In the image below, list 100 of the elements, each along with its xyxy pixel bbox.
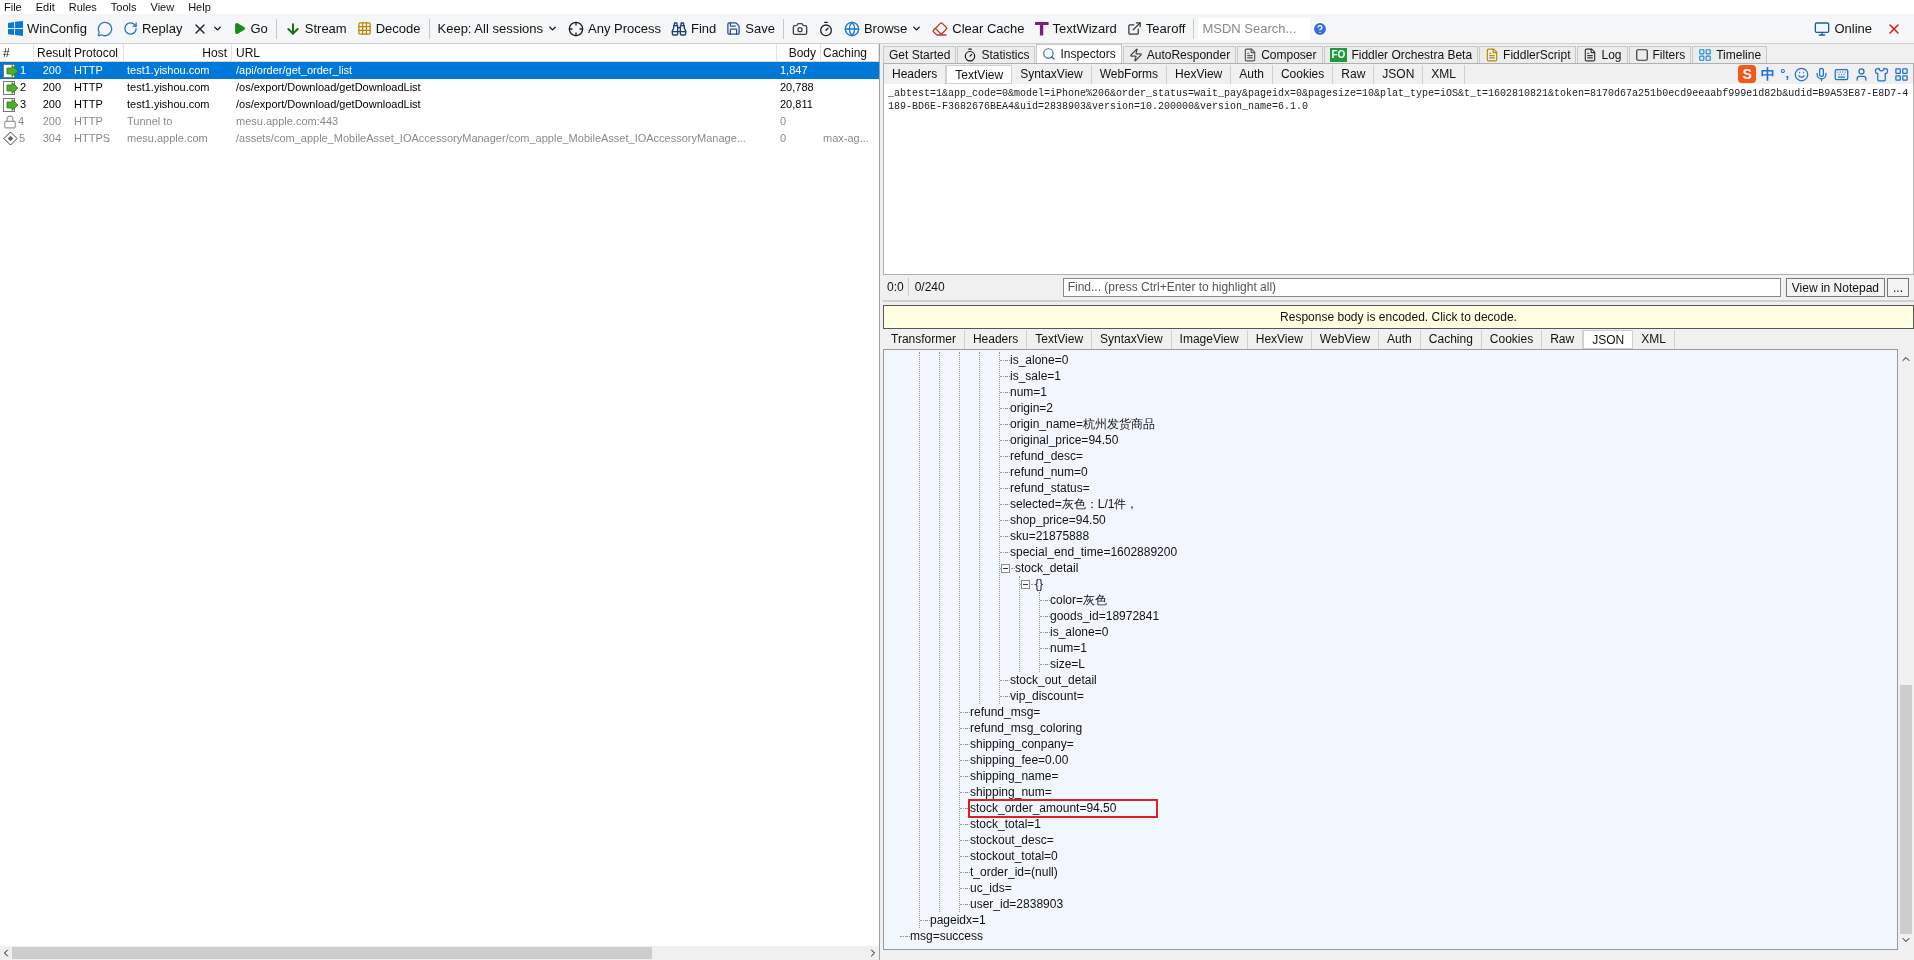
tab[interactable]: XML — [1423, 64, 1465, 84]
help-icon[interactable] — [1312, 20, 1329, 37]
tree-node[interactable]: pageidx=1 — [930, 912, 986, 928]
tree-node[interactable]: original_price=94.50 — [1010, 432, 1119, 448]
decode-notice[interactable]: Response body is encoded. Click to decode. — [883, 305, 1914, 329]
tree-node[interactable]: stockout_total=0 — [970, 848, 1058, 864]
tree-node[interactable]: sku=21875888 — [1010, 528, 1090, 544]
column-header[interactable]: URL — [232, 44, 777, 61]
tab[interactable]: JSON — [1583, 329, 1634, 349]
toolbar-button[interactable]: Decode — [352, 16, 425, 41]
tree-node[interactable]: uc_ids= — [970, 880, 1012, 896]
tab[interactable]: HexView — [1247, 329, 1312, 349]
tab[interactable]: SyntaxView — [1092, 329, 1172, 349]
toolbar-button[interactable]: Browse — [839, 16, 927, 41]
toolbar-button[interactable]: Tearoff — [1122, 16, 1190, 41]
grid-icon[interactable] — [1894, 66, 1909, 82]
tab[interactable]: Timeline — [1692, 46, 1768, 63]
collapse-icon[interactable] — [1001, 563, 1010, 573]
tab[interactable]: ImageView — [1171, 329, 1248, 349]
menu-item[interactable]: Tools — [110, 1, 137, 13]
toolbar-button[interactable]: Any Process — [564, 16, 665, 41]
tree-node[interactable]: shipping_conpany= — [970, 736, 1074, 752]
tab[interactable]: FO Fiddler Orchestra Beta — [1323, 46, 1479, 63]
tree-node[interactable]: selected=灰色：L/1件， — [1010, 496, 1139, 512]
tree-node[interactable]: stockout_desc= — [970, 832, 1054, 848]
toolbar-button[interactable]: Go — [229, 16, 272, 41]
tab[interactable]: Filters — [1628, 46, 1692, 63]
tree-node[interactable]: stock_out_detail — [1010, 672, 1097, 688]
ime-language[interactable]: 中 — [1761, 63, 1776, 85]
session-row[interactable]: 4 200 HTTP Tunnel to mesu.apple.com:443 0 — [0, 113, 879, 130]
tree-node[interactable]: is_alone=0 — [1050, 624, 1109, 640]
tab[interactable]: Transformer — [883, 329, 965, 349]
column-header[interactable]: Caching — [821, 44, 879, 61]
tree-node[interactable]: refund_msg= — [970, 704, 1041, 720]
ime-punctuation[interactable]: °, — [1780, 64, 1789, 84]
tree-node[interactable]: is_sale=1 — [1010, 368, 1062, 384]
tree-node[interactable]: shipping_fee=0.00 — [970, 752, 1069, 768]
tab[interactable]: XML — [1633, 329, 1675, 349]
tab[interactable]: Auth — [1231, 64, 1273, 84]
horizontal-scrollbar[interactable] — [0, 946, 879, 960]
tree-node[interactable]: user_id=2838903 — [970, 896, 1064, 912]
toolbar-button[interactable]: Save — [722, 16, 779, 41]
session-row[interactable]: 3 200 HTTP test1.yishou.com /os/export/Download/getDownloadList 20,811 — [0, 96, 879, 113]
tree-node[interactable]: num=1 — [1050, 640, 1088, 656]
tree-node[interactable]: shipping_num= — [970, 784, 1052, 800]
tab[interactable]: Cookies — [1481, 329, 1543, 349]
microphone-icon[interactable] — [1814, 66, 1829, 82]
tab[interactable]: Auth — [1379, 329, 1421, 349]
tree-node[interactable]: refund_msg_coloring — [970, 720, 1083, 736]
tab[interactable]: Composer — [1237, 46, 1323, 63]
tab[interactable]: WebView — [1311, 329, 1380, 349]
session-row[interactable]: 5 304 HTTPS mesu.apple.com /assets/com_apple_MobileAsset_IOAccessoryManager/com_apple_MobileAsset_IOAccessoryManage... 0 max-ag... — [0, 130, 879, 147]
tree-node[interactable]: t_order_id=(null) — [970, 864, 1058, 880]
find-field[interactable]: Find... (press Ctrl+Enter to highlight all) — [1062, 277, 1781, 297]
tree-node[interactable]: {} — [1035, 576, 1043, 592]
view-in-notepad-button[interactable]: View in Notepad — [1785, 277, 1885, 297]
online-button[interactable]: Online — [1810, 16, 1876, 41]
toolbar-button[interactable]: WinConfig — [4, 16, 91, 41]
tree-node[interactable]: refund_status= — [1010, 480, 1090, 496]
tree-node[interactable]: color=灰色 — [1050, 592, 1108, 608]
column-header[interactable]: Result — [34, 44, 70, 61]
tab[interactable]: Statistics — [957, 46, 1036, 63]
tab[interactable]: AutoResponder — [1122, 46, 1237, 63]
session-row[interactable]: 1 200 HTTP test1.yishou.com /api/order/get_order_list 1,847 — [0, 62, 879, 79]
tab[interactable]: Log — [1577, 46, 1628, 63]
menu-item[interactable]: View — [150, 1, 175, 13]
toolbar-button[interactable]: Stream — [280, 16, 351, 41]
tree-node[interactable]: msg=success — [910, 928, 984, 944]
column-header[interactable]: # — [0, 44, 34, 61]
menu-item[interactable]: Rules — [68, 1, 97, 13]
scrollbar-thumb[interactable] — [1900, 685, 1912, 934]
toolbar-button[interactable]: Clear Cache — [928, 16, 1029, 41]
tab[interactable]: SyntaxView — [1012, 64, 1092, 84]
scrollbar-thumb[interactable] — [12, 947, 652, 959]
tab[interactable]: Cookies — [1272, 64, 1334, 84]
more-button[interactable]: ... — [1887, 277, 1909, 297]
smiley-icon[interactable] — [1794, 66, 1809, 82]
menu-item[interactable]: Edit — [35, 1, 55, 13]
tree-node[interactable]: refund_num=0 — [1010, 464, 1088, 480]
tree-node[interactable]: stock_detail — [1015, 560, 1079, 576]
toolbar-button[interactable]: Keep: All sessions — [433, 16, 562, 41]
tree-node[interactable]: num=1 — [1010, 384, 1048, 400]
toolbar-button[interactable]: Replay — [118, 16, 187, 41]
column-header[interactable]: Body — [777, 44, 821, 61]
shirt-icon[interactable] — [1874, 66, 1889, 82]
tab[interactable]: Get Started — [883, 46, 957, 63]
tab[interactable]: Headers — [964, 329, 1028, 349]
collapse-icon[interactable] — [1021, 579, 1030, 589]
tree-node[interactable]: shipping_name= — [970, 768, 1059, 784]
tree-node[interactable]: stock_total=1 — [970, 816, 1042, 832]
tab[interactable]: Inspectors — [1036, 44, 1122, 63]
tree-node[interactable]: shop_price=94.50 — [1010, 512, 1106, 528]
toolbar-button[interactable]: Find — [667, 16, 721, 41]
tab[interactable]: Raw — [1333, 64, 1375, 84]
tab[interactable]: TextView — [946, 64, 1013, 84]
tree-node[interactable]: goods_id=18972841 — [1050, 608, 1160, 624]
tab[interactable]: JSON — [1374, 64, 1424, 84]
tab[interactable]: WebForms — [1091, 64, 1168, 84]
menu-item[interactable]: Help — [188, 1, 211, 13]
search-field[interactable]: MSDN Search... — [1198, 17, 1311, 40]
